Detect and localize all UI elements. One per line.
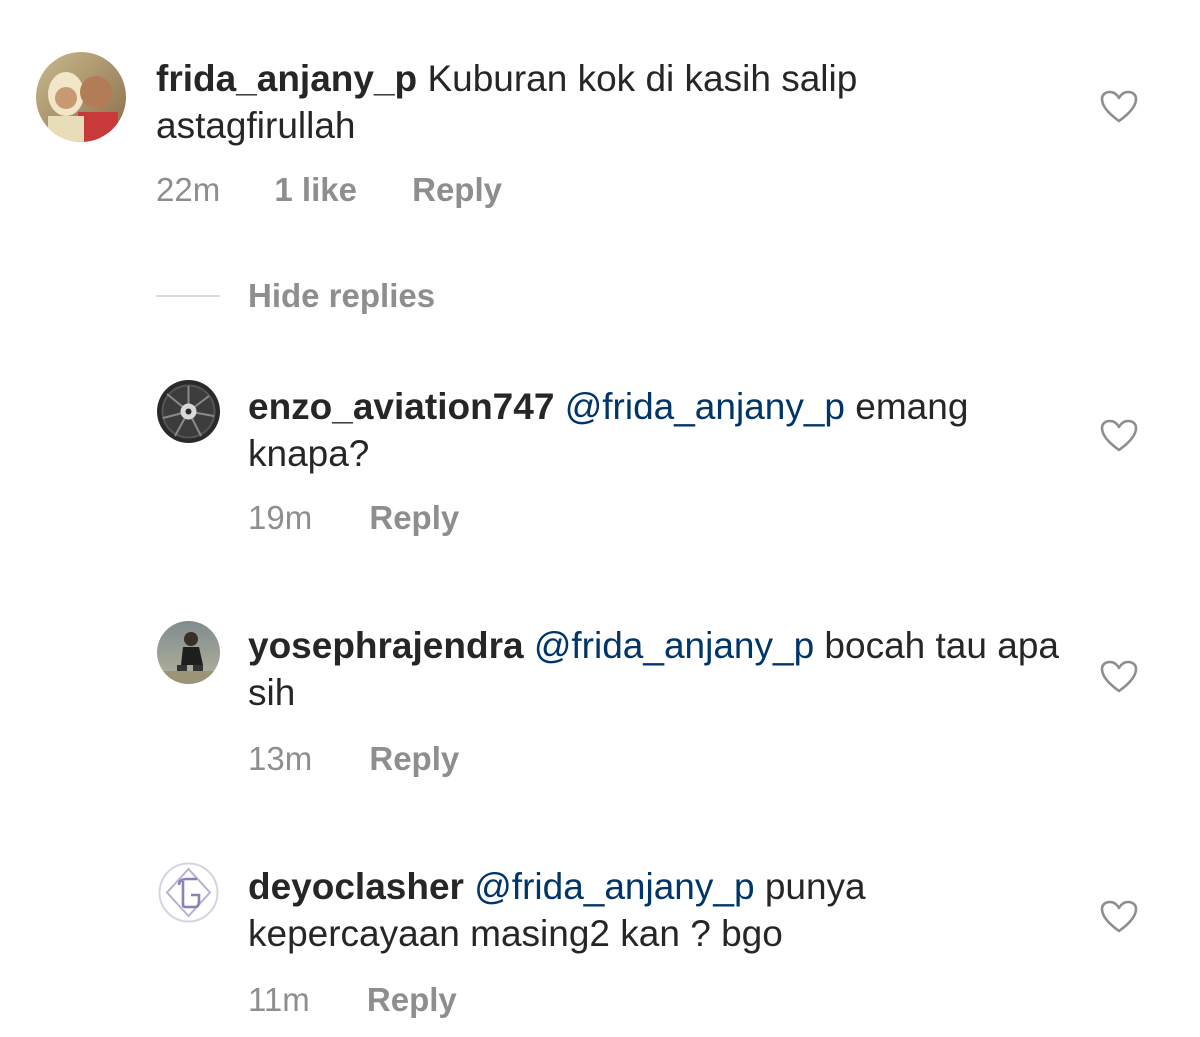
reply-text: enzo_aviation747 @frida_anjany_p emang k… bbox=[248, 383, 1068, 477]
reply-meta: 19m Reply bbox=[248, 498, 459, 538]
comment-likes-count[interactable]: 1 like bbox=[274, 170, 357, 210]
reply-meta: 13m Reply bbox=[248, 739, 459, 779]
avatar[interactable] bbox=[36, 52, 126, 142]
reply-button[interactable]: Reply bbox=[369, 739, 459, 779]
reply-meta: 11m Reply bbox=[248, 980, 457, 1020]
reply-text: yosephrajendra @frida_anjany_p bocah tau… bbox=[248, 622, 1068, 716]
like-heart-icon[interactable] bbox=[1100, 660, 1138, 694]
comment-username[interactable]: frida_anjany_p bbox=[156, 58, 417, 99]
hide-replies-label: Hide replies bbox=[248, 277, 436, 314]
avatar[interactable] bbox=[157, 621, 220, 684]
reply-username[interactable]: enzo_aviation747 bbox=[248, 386, 554, 427]
avatar[interactable] bbox=[157, 380, 220, 443]
reply-button[interactable]: Reply bbox=[369, 498, 459, 538]
hide-replies-toggle[interactable]: Hide replies bbox=[156, 276, 435, 316]
comment-time: 22m bbox=[156, 171, 221, 208]
reply-username[interactable]: deyoclasher bbox=[248, 866, 464, 907]
reply-time: 11m bbox=[248, 981, 310, 1018]
like-heart-icon[interactable] bbox=[1100, 90, 1138, 124]
reply-mention-link[interactable]: @frida_anjany_p bbox=[474, 866, 754, 907]
reply-username[interactable]: yosephrajendra bbox=[248, 625, 524, 666]
like-heart-icon[interactable] bbox=[1100, 900, 1138, 934]
reply-button[interactable]: Reply bbox=[367, 980, 457, 1020]
like-heart-icon[interactable] bbox=[1100, 419, 1138, 453]
reply-mention-link[interactable]: @frida_anjany_p bbox=[565, 386, 845, 427]
comment-meta: 22m 1 like Reply bbox=[156, 170, 502, 210]
reply-button[interactable]: Reply bbox=[412, 170, 502, 210]
comment-text: frida_anjany_p Kuburan kok di kasih sali… bbox=[156, 55, 1036, 149]
reply-time: 13m bbox=[248, 740, 313, 777]
reply-time: 19m bbox=[248, 499, 313, 536]
reply-mention-link[interactable]: @frida_anjany_p bbox=[534, 625, 814, 666]
reply-text: deyoclasher @frida_anjany_p punya keperc… bbox=[248, 863, 1068, 957]
divider-line bbox=[156, 295, 220, 297]
avatar[interactable] bbox=[157, 861, 220, 924]
